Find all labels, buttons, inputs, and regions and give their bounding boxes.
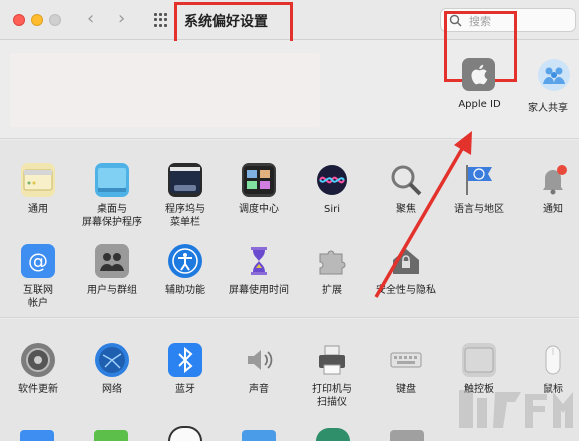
pref-label: 聚焦 [396,204,416,215]
extensions-icon [315,244,349,278]
pref-label: 软件更新 [18,384,58,395]
pref-label: 扩展 [322,285,342,296]
family-sharing-label: 家人共享 [528,103,568,114]
keyboard-icon [389,343,423,377]
pref-siri[interactable]: Siri [297,163,367,216]
pref-label: 安全性与隐私 [376,285,436,296]
pref-spotlight[interactable]: 聚焦 [371,163,441,216]
pref-users-groups[interactable]: 用户与群组 [77,244,147,297]
language-region-icon [462,163,496,197]
apple-id-label: Apple ID [458,99,501,110]
back-arrow-icon[interactable]: ‹ [87,9,94,29]
trackpad-icon [462,343,496,377]
pref-label: 声音 [249,384,269,395]
pref-software-update[interactable]: 软件更新 [3,343,73,396]
pref-internet-accounts[interactable]: @ 互联网 帐户 [3,244,73,310]
svg-text:@: @ [28,249,48,273]
disk-icon [390,430,424,441]
pref-label: 互联网 帐户 [23,285,53,309]
users-groups-icon [95,244,129,278]
blurred-user-info [10,53,320,127]
siri-icon [315,163,349,197]
screen-time-icon [242,244,276,278]
bluetooth-icon [168,343,202,377]
row4-partial-icon [20,430,54,441]
pref-bluetooth[interactable]: 蓝牙 [150,343,220,396]
desktop-screensaver-icon [95,163,129,197]
pref-extensions[interactable]: 扩展 [297,244,367,297]
apple-id-icon[interactable] [462,58,495,91]
mission-control-icon [242,163,276,197]
pref-language-region[interactable]: 语言与地区 [444,163,514,216]
pref-label: 通知 [543,204,563,215]
printers-scanners-icon [315,343,349,377]
pref-printers-scanners[interactable]: 打印机与 扫描仪 [297,343,367,409]
pref-security-privacy[interactable]: 安全性与隐私 [371,244,441,297]
family-sharing-icon[interactable] [538,59,570,91]
pref-label: 辅助功能 [165,285,205,296]
show-all-grid-icon[interactable] [154,13,168,27]
time-machine-icon [316,428,350,441]
notifications-icon [536,163,570,197]
network-icon [95,343,129,377]
apple-logo-icon [471,64,488,85]
pref-label: 网络 [102,384,122,395]
security-privacy-icon [389,244,423,278]
pref-general[interactable]: 通用 [3,163,73,216]
mouse-icon [536,343,570,377]
family-people-icon [543,67,565,84]
accessibility-icon [168,244,202,278]
pref-label: 打印机与 扫描仪 [312,384,352,408]
pref-dock-menubar[interactable]: 程序坞与 菜单栏 [150,163,220,229]
sound-icon [242,343,276,377]
internet-accounts-icon: @ [21,244,55,278]
pref-mission-control[interactable]: 调度中心 [224,163,294,216]
close-button[interactable] [13,14,25,26]
pref-label: 屏幕使用时间 [229,285,289,296]
folder-icon [242,430,276,441]
dock-menubar-icon [168,163,202,197]
pref-desktop-screensaver[interactable]: 桌面与 屏幕保护程序 [77,163,147,229]
pref-screen-time[interactable]: 屏幕使用时间 [224,244,294,297]
pref-label: 程序坞与 菜单栏 [165,204,205,228]
pref-network[interactable]: 网络 [77,343,147,396]
pref-label: 桌面与 屏幕保护程序 [82,204,142,228]
minimize-button[interactable] [31,14,43,26]
pref-notifications[interactable]: 通知 [518,163,579,216]
watermark-logo [455,384,579,441]
pref-label: 调度中心 [239,204,279,215]
pref-accessibility[interactable]: 辅助功能 [150,244,220,297]
title-highlight-box [174,2,293,44]
spotlight-icon [389,163,423,197]
row4-partial-icon [94,430,128,441]
forward-arrow-icon[interactable]: › [118,9,125,29]
pref-label: 用户与群组 [87,285,137,296]
zoom-button[interactable] [49,14,61,26]
software-update-icon [21,343,55,377]
pref-label: 蓝牙 [175,384,195,395]
pref-sound[interactable]: 声音 [224,343,294,396]
pref-label: 语言与地区 [454,204,504,215]
pref-label: 键盘 [396,384,416,395]
general-icon [21,163,55,197]
pref-label: 通用 [28,204,48,215]
pref-keyboard[interactable]: 键盘 [371,343,441,396]
pref-label: Siri [323,204,340,215]
